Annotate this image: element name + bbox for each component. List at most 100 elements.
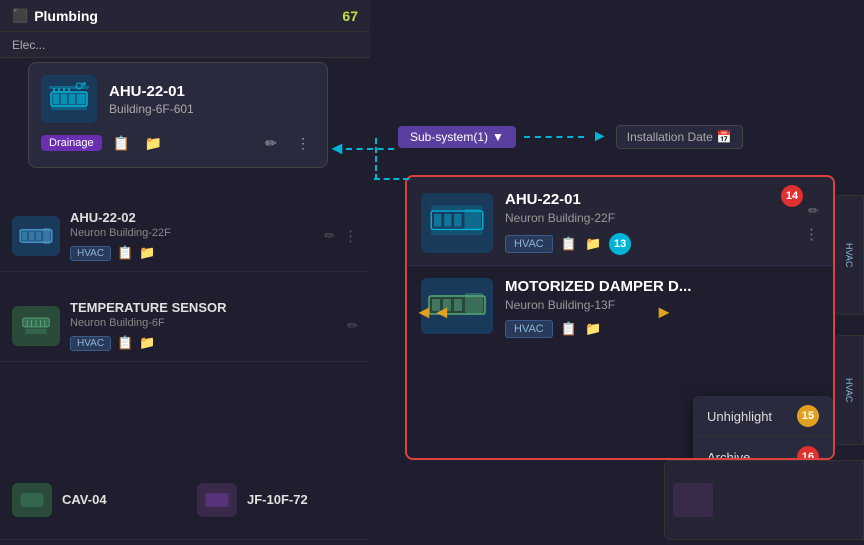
jf-icon-svg [201, 487, 233, 513]
install-date-button[interactable]: Installation Date 📅 [616, 125, 743, 149]
threedot-icon[interactable]: ⋮ [291, 131, 315, 155]
action-icons-tempsensor: ✏ [347, 318, 358, 334]
right-hvac-label-top: HVAC [844, 243, 854, 267]
list-card-sub-ahu2202: Neuron Building-22F [70, 227, 314, 239]
popup-hvac-tag-damper: HVAC [505, 320, 553, 338]
list-card-info-cav04: CAV-04 [62, 492, 173, 507]
copy-icon[interactable]: 📋 [110, 131, 134, 155]
list-card-cav04: CAV-04 [0, 460, 185, 540]
hvac-tag-ahu2202: HVAC [70, 246, 111, 261]
badge-cyan-13: 13 [609, 233, 631, 255]
badge-yellow-15: 15 [797, 405, 819, 427]
popup-card-ahu2201: AHU-22-01 Neuron Building-22F HVAC 📋 📁 1… [407, 177, 833, 266]
list-card-sub-tempsensor: Neuron Building-6F [70, 317, 337, 329]
install-label: Installation Date [627, 130, 713, 144]
tempsensor-icon-svg [18, 311, 54, 341]
yellow-right-arrow: ► [655, 302, 673, 323]
popup-copy-icon2[interactable]: 📋 [561, 321, 577, 337]
popup-copy-icon[interactable]: 📋 [561, 236, 577, 252]
plumbing-count: 67 [342, 8, 358, 24]
popup-dots-icon[interactable]: ⋮ [804, 225, 819, 243]
unhighlight-label: Unhighlight [707, 409, 772, 424]
subsystem-bar: Sub-system(1) ▼ ► Installation Date 📅 [398, 125, 743, 149]
header-bar: Elec... [0, 32, 370, 58]
right-jf-icon [673, 483, 713, 517]
plumbing-label: Plumbing [34, 8, 342, 24]
popup-tag-row-ahu2201: HVAC 📋 📁 13 [505, 233, 792, 255]
list-card-title-ahu2202: AHU-22-02 [70, 210, 314, 225]
right-arrow-icon: ► [592, 128, 608, 146]
list-card-tags-tempsensor: HVAC 📋 📁 [70, 335, 337, 351]
dashed-line-h [346, 148, 394, 150]
subsystem-label: Sub-system(1) [410, 130, 488, 144]
popup-pencil-icon[interactable]: ✏ [808, 203, 819, 219]
main-popup: AHU-22-01 Neuron Building-22F HVAC 📋 📁 1… [405, 175, 835, 460]
list-card-tags-ahu2202: HVAC 📋 📁 [70, 245, 314, 261]
list-card-jf: JF-10F-72 [185, 460, 370, 540]
list-card-ahu2202: AHU-22-02 Neuron Building-22F HVAC 📋 📁 ✏… [0, 200, 370, 272]
top-card-subtitle: Building-6F-601 [109, 102, 194, 116]
top-card-title: AHU-22-01 [109, 83, 194, 100]
popup-actions-ahu2201: ✏ ⋮ [804, 203, 819, 243]
cav04-icon-svg [16, 487, 48, 513]
popup-folder-icon2[interactable]: 📁 [585, 321, 601, 337]
arrow-connector: ◄ [328, 138, 394, 159]
list-card-info-tempsensor: TEMPERATURE SENSOR Neuron Building-6F HV… [70, 300, 337, 351]
context-item-unhighlight[interactable]: Unhighlight 15 [693, 396, 833, 437]
plumbing-icon: ⬛ [12, 8, 28, 24]
list-icon-jf [197, 483, 237, 517]
archive-label: Archive [707, 450, 750, 461]
folder-sm-icon[interactable]: 📁 [139, 245, 155, 261]
popup-card-damper: MOTORIZED DAMPER D... Neuron Building-13… [407, 266, 833, 350]
list-card-title-tempsensor: TEMPERATURE SENSOR [70, 300, 337, 315]
yellow-left-arrow: ◄◄ [415, 302, 451, 323]
list-card-title-jf: JF-10F-72 [247, 492, 358, 507]
popup-ahu2201-svg [429, 200, 485, 246]
calendar-icon: 📅 [717, 130, 732, 144]
popup-hvac-tag: HVAC [505, 235, 553, 253]
list-card-info-ahu2202: AHU-22-02 Neuron Building-22F HVAC 📋 📁 [70, 210, 314, 261]
popup-title-ahu2201: AHU-22-01 [505, 191, 792, 208]
ahu2202-icon-svg [18, 221, 54, 251]
right-hvac-label-bottom: HVAC [844, 378, 854, 402]
popup-icon-ahu2201 [421, 193, 493, 253]
top-popup-card: AHU-22-01 Building-6F-601 Drainage 📋 📁 ✏… [28, 62, 328, 168]
popup-folder-icon[interactable]: 📁 [585, 236, 601, 252]
popup-sub-ahu2201: Neuron Building-22F [505, 211, 792, 225]
plumbing-row: ⬛ Plumbing 67 [0, 0, 370, 32]
folder-sm-icon2[interactable]: 📁 [139, 335, 155, 351]
yellow-arrows: ◄◄ [415, 302, 451, 323]
badge-red-14: 14 [781, 185, 803, 207]
top-card-tag-row: Drainage 📋 📁 ✏ ⋮ [41, 131, 315, 155]
pencil-icon[interactable]: ✏ [259, 131, 283, 155]
ahu-icon [49, 82, 89, 116]
list-card-info-jf: JF-10F-72 [247, 492, 358, 507]
list-card-title-cav04: CAV-04 [62, 492, 173, 507]
folder-icon[interactable]: 📁 [142, 131, 166, 155]
dashed-line-v [375, 138, 377, 180]
yellow-arrows-right: ► [655, 302, 673, 323]
list-icon-cav04 [12, 483, 52, 517]
badge-red-16: 16 [797, 446, 819, 460]
list-icon-ahu2202 [12, 216, 60, 256]
pencil-sm-icon[interactable]: ✏ [324, 228, 335, 244]
popup-body-ahu2201: AHU-22-01 Neuron Building-22F HVAC 📋 📁 1… [505, 191, 792, 255]
action-icons-ahu2202: ✏ ⋮ [324, 227, 358, 245]
top-popup-header: AHU-22-01 Building-6F-601 [41, 75, 315, 123]
dashed-middle [524, 136, 584, 138]
device-icon-box [41, 75, 97, 123]
pencil-sm-icon2[interactable]: ✏ [347, 318, 358, 334]
header-label: Elec... [12, 38, 45, 52]
popup-title-damper: MOTORIZED DAMPER D... [505, 278, 819, 295]
dots-sm-icon[interactable]: ⋮ [343, 227, 358, 245]
list-card-tempsensor: TEMPERATURE SENSOR Neuron Building-6F HV… [0, 290, 370, 362]
context-item-archive[interactable]: Archive 16 [693, 437, 833, 460]
left-arrow-icon: ◄ [328, 138, 346, 159]
copy-sm-icon[interactable]: 📋 [117, 245, 133, 261]
dashed-line-h2 [374, 178, 409, 180]
list-icon-tempsensor [12, 306, 60, 346]
chevron-icon: ▼ [492, 130, 504, 144]
drainage-tag: Drainage [41, 135, 102, 151]
subsystem-button[interactable]: Sub-system(1) ▼ [398, 126, 516, 148]
copy-sm-icon2[interactable]: 📋 [117, 335, 133, 351]
